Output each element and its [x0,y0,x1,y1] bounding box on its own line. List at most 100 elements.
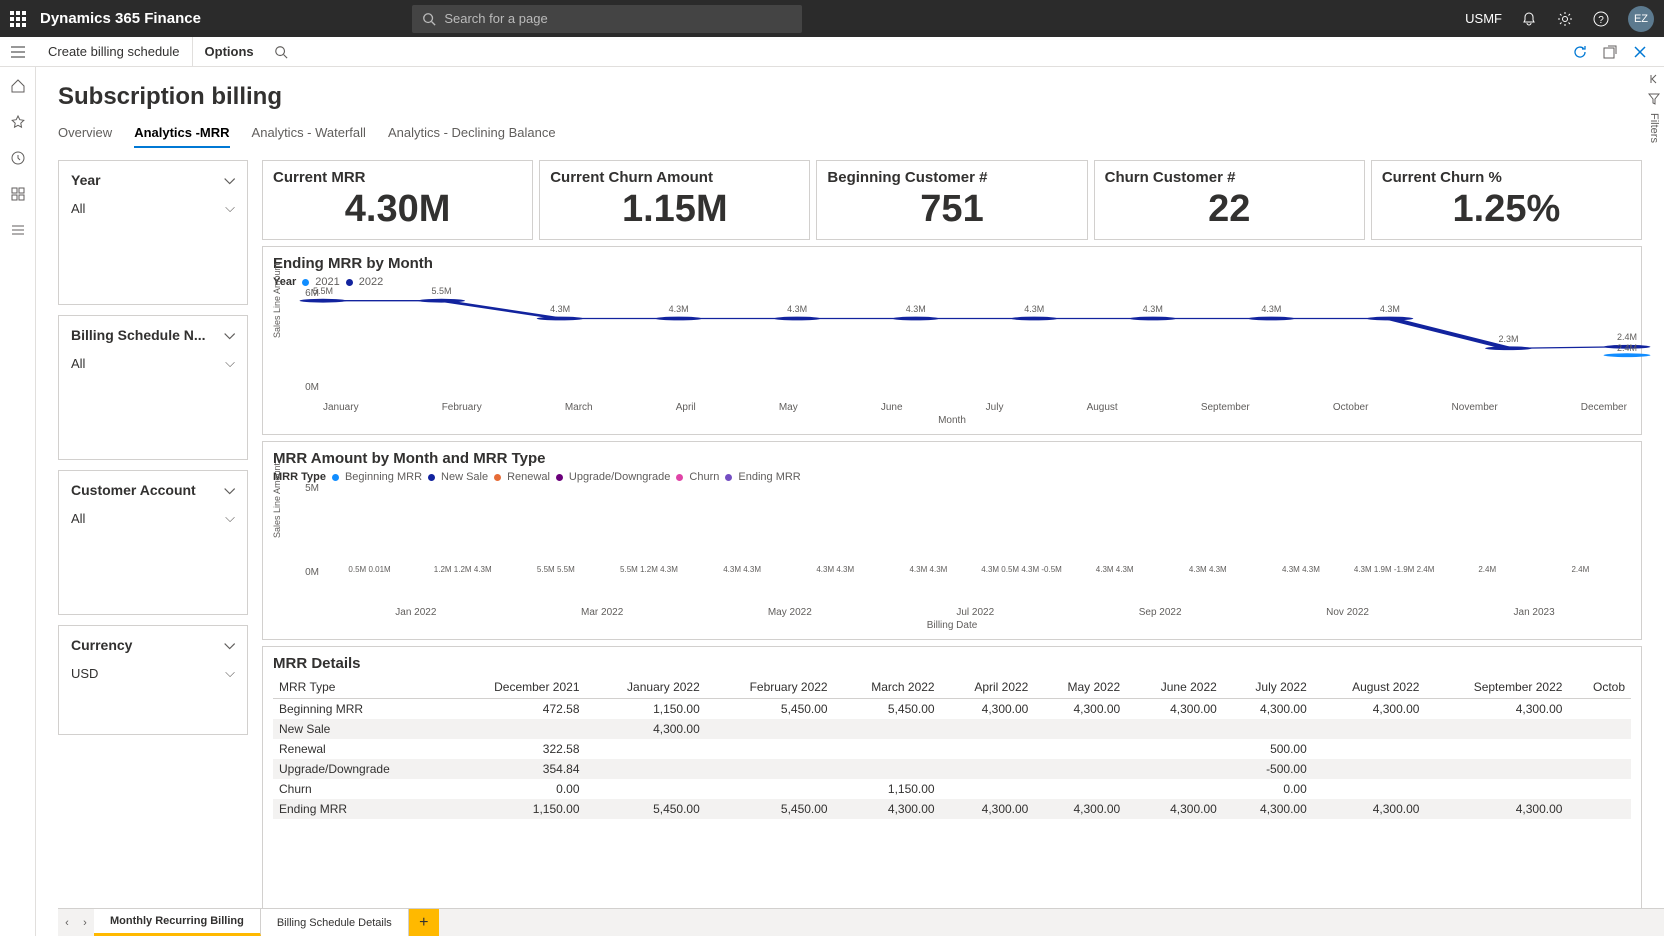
legend-item: Churn [689,471,719,483]
hamburger-icon[interactable] [0,46,36,58]
table-header[interactable]: December 2021 [447,676,585,699]
table-header[interactable]: MRR Type [273,676,447,699]
filter-year-value: All [71,201,85,216]
chart-ending-mrr[interactable]: Ending MRR by Month Year 2021 2022 Sales… [262,246,1642,435]
chart-mrr-type[interactable]: MRR Amount by Month and MRR Type MRR Typ… [262,441,1642,640]
company-label[interactable]: USMF [1465,11,1502,26]
app-title: Dynamics 365 Finance [40,10,201,27]
tab-overview[interactable]: Overview [58,119,112,148]
filter-currency-dropdown[interactable]: USD ⌵ [71,661,235,685]
filter-schedule-value: All [71,356,85,371]
legend-item: 2022 [359,276,383,288]
kpi-churn-customer: Churn Customer #22 [1094,160,1365,240]
table-scroll[interactable]: MRR TypeDecember 2021January 2022Februar… [273,676,1631,907]
table-header[interactable]: March 2022 [834,676,941,699]
chevron-down-icon: ⌵ [225,510,235,526]
chevron-down-icon[interactable]: ⌵ [224,326,235,343]
filter-year-dropdown[interactable]: All ⌵ [71,196,235,220]
dashboard-column: Current MRR4.30M Current Churn Amount1.1… [262,160,1642,911]
bar-group: 4.3M 4.3M [882,575,975,598]
x-axis-label: Billing Date [273,620,1631,631]
y-tick: 0M [295,567,319,578]
bell-icon[interactable] [1520,10,1538,28]
table-row[interactable]: New Sale4,300.00 [273,719,1631,739]
avatar[interactable]: EZ [1628,6,1654,32]
sheet-tab-details[interactable]: Billing Schedule Details [261,909,409,936]
mrr-details-table: MRR Details MRR TypeDecember 2021January… [262,646,1642,911]
help-icon[interactable]: ? [1592,10,1610,28]
home-icon[interactable] [9,77,27,95]
gear-icon[interactable] [1556,10,1574,28]
table-header[interactable]: August 2022 [1313,676,1426,699]
waffle-icon[interactable] [10,11,26,27]
popout-icon[interactable] [1598,40,1622,64]
create-billing-button[interactable]: Create billing schedule [36,37,193,66]
chevron-down-icon: ⌵ [225,665,235,681]
table-header[interactable]: February 2022 [706,676,834,699]
table-header[interactable]: April 2022 [941,676,1035,699]
kpi-beginning-customer: Beginning Customer #751 [816,160,1087,240]
bar-group: 0.5M 0.01M [323,575,416,598]
bar-group: 4.3M 4.3M [1254,575,1347,598]
tab-analytics-waterfall[interactable]: Analytics - Waterfall [252,119,366,148]
filter-currency-value: USD [71,666,98,681]
chevron-down-icon[interactable]: ⌵ [224,171,235,188]
bar-group: 4.3M 4.3M [696,575,789,598]
kpi-value: 1.25% [1382,188,1631,231]
filter-year: Year⌵ All⌵ [58,160,248,305]
mrr-table: MRR TypeDecember 2021January 2022Februar… [273,676,1631,819]
modules-icon[interactable] [9,221,27,239]
filter-schedule-title: Billing Schedule N... [71,327,206,343]
search-input[interactable]: Search for a page [412,5,802,33]
chevron-down-icon[interactable]: ⌵ [224,481,235,498]
cmd-right-actions [1568,40,1664,64]
sheet-prev-icon[interactable]: ‹ [58,917,76,929]
recent-icon[interactable] [9,149,27,167]
left-rail [0,67,36,936]
tab-analytics-mrr[interactable]: Analytics -MRR [134,119,229,148]
table-row[interactable]: Beginning MRR472.581,150.005,450.005,450… [273,699,1631,720]
filter-customer-dropdown[interactable]: All⌵ [71,506,235,530]
filter-schedule-dropdown[interactable]: All⌵ [71,351,235,375]
kpi-churn-pct: Current Churn % 1.25% [1371,160,1642,240]
chevron-down-icon[interactable]: ⌵ [224,636,235,653]
dashboard-content: Year⌵ All⌵ Billing Schedule N...⌵ All⌵ C… [58,160,1642,911]
filter-currency-title: Currency [71,637,132,653]
table-header-row: MRR TypeDecember 2021January 2022Februar… [273,676,1631,699]
kpi-label: Churn Customer # [1105,169,1354,186]
table-row[interactable]: Churn0.001,150.000.00 [273,779,1631,799]
kpi-value: 4.30M [273,188,522,231]
table-row[interactable]: Upgrade/Downgrade354.84-500.00 [273,759,1631,779]
table-header[interactable]: Octob [1568,676,1631,699]
search-cmd-icon[interactable] [266,45,296,59]
star-icon[interactable] [9,113,27,131]
table-header[interactable]: January 2022 [586,676,706,699]
kpi-label: Current MRR [273,169,522,186]
filter-customer: Customer Account⌵ All⌵ [58,470,248,615]
refresh-icon[interactable] [1568,40,1592,64]
bar-group: 4.3M 0.5M 4.3M -0.5M [975,575,1068,598]
close-icon[interactable] [1628,40,1652,64]
filter-schedule: Billing Schedule N... ⌵ All⌵ [58,315,248,460]
tab-analytics-declining[interactable]: Analytics - Declining Balance [388,119,556,148]
table-header[interactable]: July 2022 [1223,676,1313,699]
legend-item: New Sale [441,471,488,483]
table-row[interactable]: Renewal322.58500.00 [273,739,1631,759]
sheet-next-icon[interactable]: › [76,917,94,929]
y-tick: 5M [295,483,319,494]
chart-title: MRR Amount by Month and MRR Type [273,450,1631,467]
bar-group: 1.2M 1.2M 4.3M [416,575,509,598]
table-header[interactable]: September 2022 [1425,676,1568,699]
sheet-tab-monthly[interactable]: Monthly Recurring Billing [94,909,261,936]
table-row[interactable]: Ending MRR1,150.005,450.005,450.004,300.… [273,799,1631,819]
workspace-icon[interactable] [9,185,27,203]
options-button[interactable]: Options [193,37,266,66]
main-content: Subscription billing Overview Analytics … [36,67,1664,936]
search-placeholder: Search for a page [444,11,547,26]
kpi-label: Current Churn % [1382,169,1631,186]
kpi-label: Current Churn Amount [550,169,799,186]
table-header[interactable]: May 2022 [1034,676,1126,699]
table-header[interactable]: June 2022 [1126,676,1223,699]
sheet-add-button[interactable]: + [409,909,439,936]
chevron-down-icon: ⌵ [225,200,235,216]
